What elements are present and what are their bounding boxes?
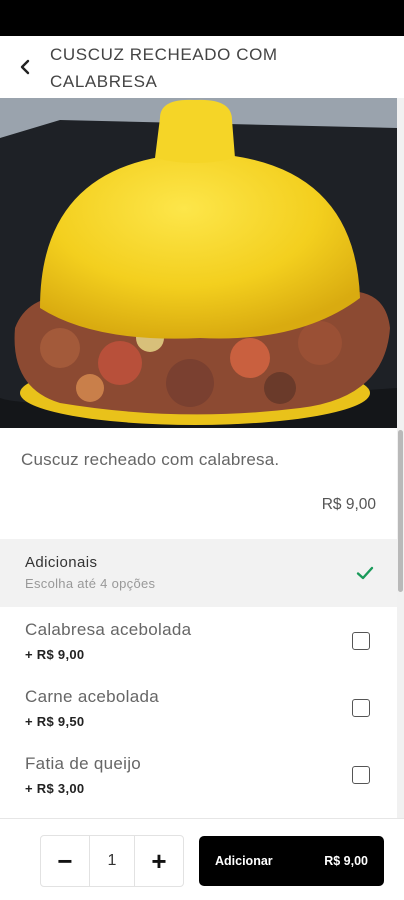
header: CUSCUZ RECHEADO COM CALABRESA <box>0 36 404 98</box>
product-image <box>0 98 397 428</box>
addon-option-price: + R$ 9,00 <box>25 647 85 662</box>
status-bar <box>0 0 404 36</box>
addon-option-carne-acebolada[interactable]: Carne acebolada + R$ 9,50 <box>0 687 397 754</box>
addon-option-price: + R$ 9,50 <box>25 714 85 729</box>
product-description: Cuscuz recheado com calabresa. <box>21 450 280 469</box>
addon-option-name: Carne acebolada <box>25 687 159 706</box>
addons-section-header: Adicionais Escolha até 4 opções <box>0 539 397 607</box>
addon-option-name: Calabresa acebolada <box>25 620 192 639</box>
add-button-label: Adicionar <box>215 854 273 868</box>
addon-option-fatia-de-queijo[interactable]: Fatia de queijo + R$ 3,00 <box>0 754 397 821</box>
back-button[interactable] <box>10 52 40 82</box>
quantity-stepper: − 1 + <box>40 835 184 887</box>
addon-checkbox[interactable] <box>352 766 370 784</box>
increment-button[interactable]: + <box>135 836 183 886</box>
product-price: R$ 9,00 <box>321 496 376 513</box>
footer-bar: − 1 + Adicionar R$ 9,00 <box>0 818 404 900</box>
add-button-price: R$ 9,00 <box>324 854 368 868</box>
add-to-cart-button[interactable]: Adicionar R$ 9,00 <box>199 836 384 886</box>
chevron-left-icon <box>20 59 30 75</box>
quantity-value: 1 <box>89 836 135 886</box>
addons-subtitle: Escolha até 4 opções <box>25 576 156 591</box>
scrollbar-thumb[interactable] <box>398 430 403 592</box>
addon-checkbox[interactable] <box>352 632 370 650</box>
addon-option-name: Fatia de queijo <box>25 754 142 773</box>
check-icon <box>356 566 374 580</box>
page-title: CUSCUZ RECHEADO COM CALABRESA <box>50 45 278 91</box>
addon-option-price: + R$ 3,00 <box>25 781 85 796</box>
addon-option-calabresa-acebolada[interactable]: Calabresa acebolada + R$ 9,00 <box>0 620 397 687</box>
addons-title: Adicionais <box>25 554 98 571</box>
addon-checkbox[interactable] <box>352 699 370 717</box>
decrement-button[interactable]: − <box>41 836 89 886</box>
